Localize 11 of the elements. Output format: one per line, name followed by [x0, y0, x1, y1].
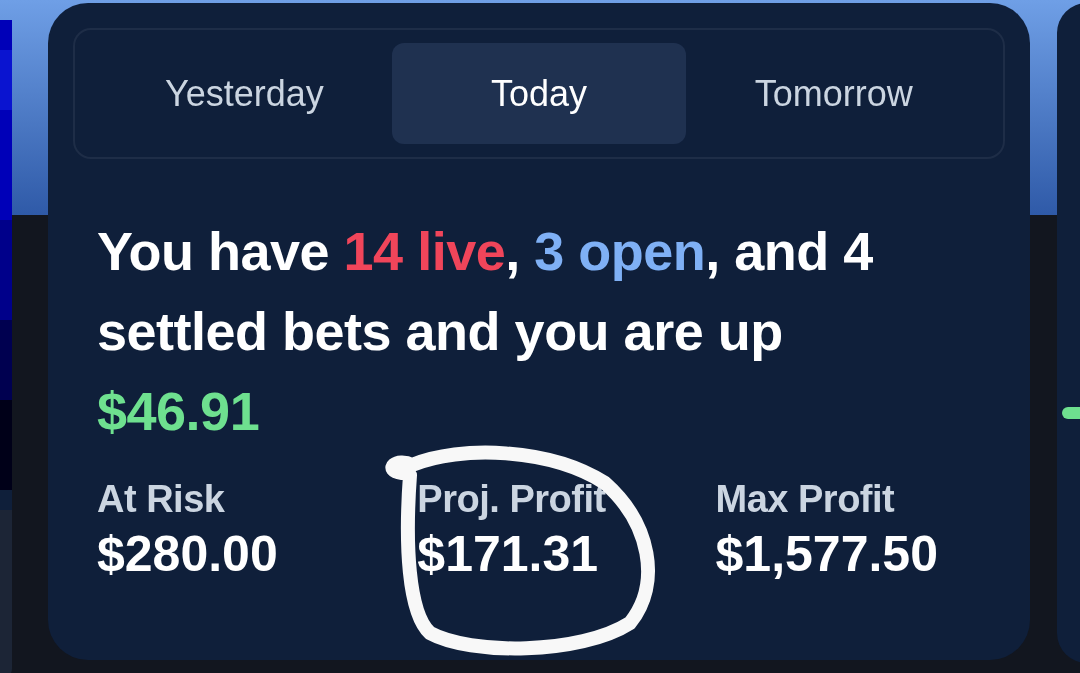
- accent-mark: [1062, 407, 1080, 419]
- day-tab[interactable]: Today: [391, 43, 687, 144]
- day-tab[interactable]: Tomorrow: [686, 43, 981, 144]
- stat-value: $171.31: [417, 525, 600, 584]
- stat-value: $1,577.50: [715, 525, 939, 584]
- stat-label: At Risk: [97, 477, 226, 521]
- stat-value: $280.00: [97, 525, 279, 584]
- stat-label: Proj. Profit: [417, 477, 607, 521]
- day-tab[interactable]: Yesterday: [97, 43, 392, 144]
- stat-label: Max Profit: [715, 477, 896, 521]
- bets-summary: You have 14 live, 3 open, and 4 settled bets and you are up $46.91: [97, 220, 874, 443]
